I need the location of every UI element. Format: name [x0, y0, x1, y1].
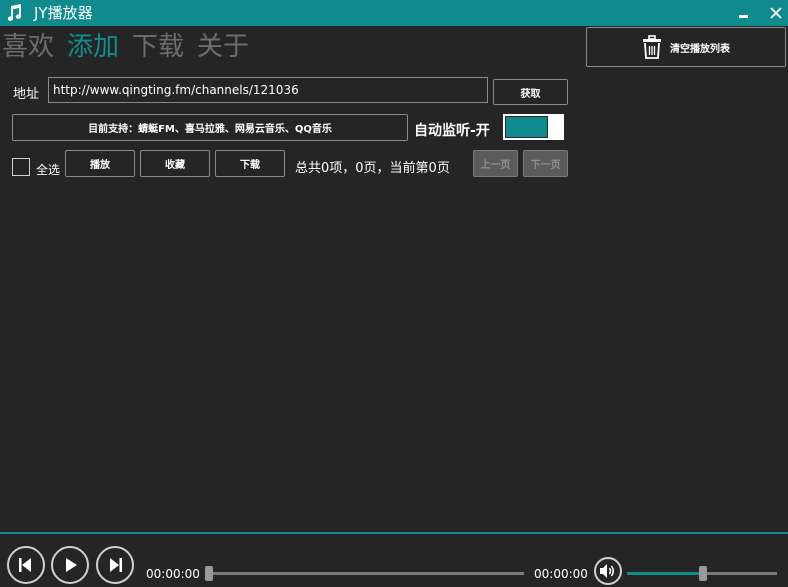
minimize-icon[interactable] — [736, 4, 752, 22]
next-button[interactable] — [96, 546, 134, 584]
next-page-button[interactable]: 下一页 — [523, 150, 568, 177]
favorite-label: 收藏 — [165, 160, 185, 171]
play-button[interactable]: 播放 — [65, 150, 135, 177]
elapsed-time: 00:00:00 — [146, 567, 200, 581]
clear-playlist-label: 清空播放列表 — [670, 43, 730, 55]
next-icon — [110, 558, 122, 572]
tab-favorites[interactable]: 喜欢 — [2, 30, 54, 64]
player-divider — [0, 532, 788, 534]
supported-sources-button[interactable]: 目前支持：蜻蜓FM、喜马拉雅、网易云音乐、QQ音乐 — [12, 114, 408, 141]
close-icon[interactable] — [768, 4, 784, 22]
auto-monitor-toggle[interactable] — [503, 114, 564, 140]
volume-icon — [600, 564, 614, 578]
music-note-icon — [4, 3, 24, 23]
previous-button[interactable] — [7, 546, 45, 584]
address-label: 地址 — [13, 87, 40, 102]
volume-level — [627, 572, 702, 575]
supported-sources-label: 目前支持：蜻蜓FM、喜马拉雅、网易云音乐、QQ音乐 — [88, 124, 332, 135]
auto-monitor-label: 自动监听-开 — [414, 123, 490, 139]
download-button[interactable]: 下载 — [215, 150, 285, 177]
play-pause-button[interactable] — [51, 546, 89, 584]
seek-thumb[interactable] — [205, 566, 213, 581]
total-time: 00:00:00 — [534, 567, 588, 581]
tab-about[interactable]: 关于 — [197, 30, 249, 64]
volume-thumb[interactable] — [699, 566, 707, 581]
next-page-label: 下一页 — [530, 160, 561, 171]
title-bar: JY播放器 — [0, 0, 788, 26]
tab-add[interactable]: 添加 — [67, 30, 119, 64]
page-summary: 总共0项，0页，当前第0页 — [295, 161, 450, 176]
prev-page-button[interactable]: 上一页 — [473, 150, 518, 177]
seek-bar[interactable] — [209, 572, 524, 575]
play-label: 播放 — [90, 160, 110, 171]
fetch-button[interactable]: 获取 — [493, 79, 568, 105]
mute-button[interactable] — [594, 557, 622, 585]
previous-icon — [19, 558, 31, 572]
clear-playlist-button[interactable]: 清空播放列表 — [586, 27, 786, 67]
app-title: JY播放器 — [34, 4, 93, 22]
play-icon — [66, 558, 77, 572]
prev-page-label: 上一页 — [480, 160, 511, 171]
download-label: 下载 — [240, 160, 260, 171]
tab-download[interactable]: 下载 — [132, 30, 184, 64]
url-input[interactable] — [48, 77, 488, 103]
select-all-checkbox[interactable] — [12, 158, 30, 176]
trash-icon — [643, 35, 661, 59]
toggle-fill — [505, 116, 548, 138]
favorite-button[interactable]: 收藏 — [140, 150, 210, 177]
select-all-label: 全选 — [36, 163, 61, 177]
fetch-label: 获取 — [520, 88, 541, 100]
